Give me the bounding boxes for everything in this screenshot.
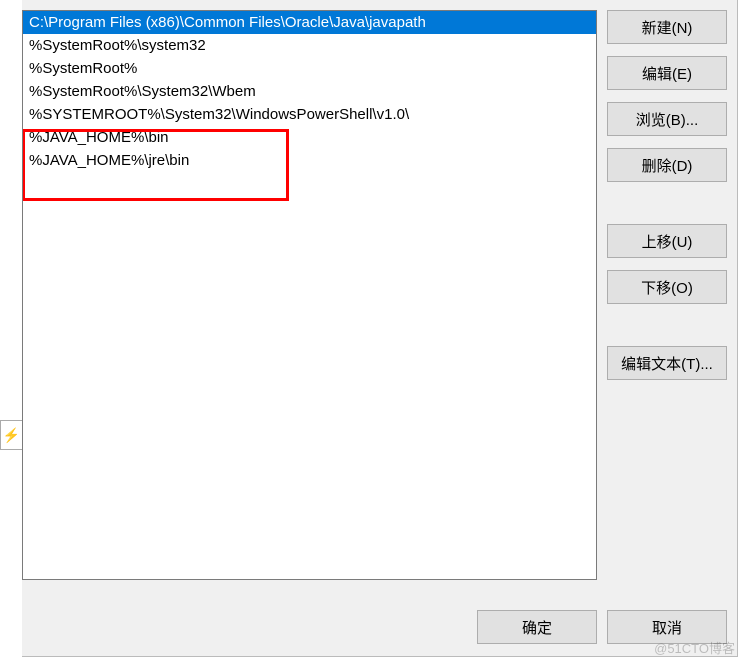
lightning-tab[interactable]: ⚡: [0, 420, 22, 450]
dialog-bottom-row: 确定 取消: [477, 610, 727, 644]
move-down-button[interactable]: 下移(O): [607, 270, 727, 304]
move-up-button[interactable]: 上移(U): [607, 224, 727, 258]
new-button[interactable]: 新建(N): [607, 10, 727, 44]
delete-button[interactable]: 删除(D): [607, 148, 727, 182]
cancel-button[interactable]: 取消: [607, 610, 727, 644]
list-item[interactable]: %SYSTEMROOT%\System32\WindowsPowerShell\…: [23, 103, 596, 126]
lightning-icon: ⚡: [3, 427, 20, 444]
side-button-column: 新建(N) 编辑(E) 浏览(B)... 删除(D) 上移(U) 下移(O) 编…: [607, 10, 727, 580]
edit-button[interactable]: 编辑(E): [607, 56, 727, 90]
ok-button[interactable]: 确定: [477, 610, 597, 644]
list-item[interactable]: %SystemRoot%: [23, 57, 596, 80]
list-item[interactable]: C:\Program Files (x86)\Common Files\Orac…: [23, 11, 596, 34]
list-item[interactable]: %JAVA_HOME%\bin: [23, 126, 596, 149]
list-item[interactable]: %SystemRoot%\System32\Wbem: [23, 80, 596, 103]
browse-button[interactable]: 浏览(B)...: [607, 102, 727, 136]
content-row: C:\Program Files (x86)\Common Files\Orac…: [22, 10, 727, 580]
list-item[interactable]: %SystemRoot%\system32: [23, 34, 596, 57]
list-item[interactable]: %JAVA_HOME%\jre\bin: [23, 149, 596, 172]
env-path-dialog: C:\Program Files (x86)\Common Files\Orac…: [22, 0, 738, 657]
edit-text-button[interactable]: 编辑文本(T)...: [607, 346, 727, 380]
path-listbox[interactable]: C:\Program Files (x86)\Common Files\Orac…: [22, 10, 597, 580]
